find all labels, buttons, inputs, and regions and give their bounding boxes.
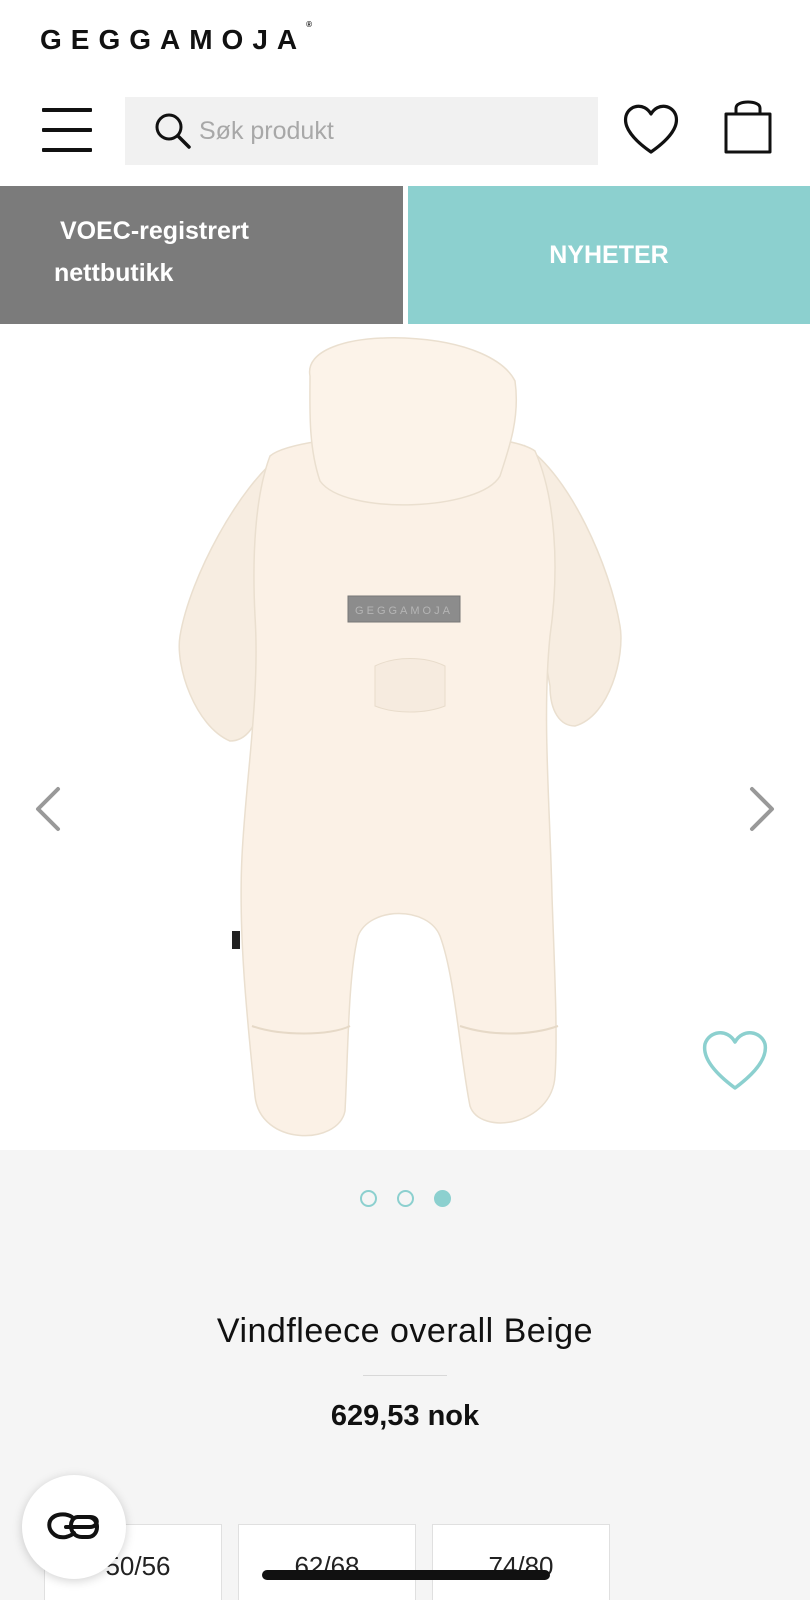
product-gallery[interactable]: GEGGAMOJA — [0, 324, 810, 1150]
garment-logo-text: GEGGAMOJA — [355, 605, 453, 617]
shopping-bag-icon[interactable] — [722, 96, 774, 156]
search-bar[interactable] — [125, 97, 598, 165]
toolbar — [0, 82, 810, 186]
product-title: Vindfleece overall Beige — [216, 1312, 594, 1350]
slide-dot-3[interactable] — [433, 1190, 451, 1207]
brand-logo[interactable]: GEGGAMOJA® — [40, 20, 312, 56]
chevron-right-icon[interactable] — [742, 779, 782, 839]
size-selector: 50/56 62/68 74/80 — [44, 1524, 610, 1600]
voec-registered-banner[interactable]: VOEC-registrert nettbutikk — [0, 186, 403, 324]
title-divider — [363, 1375, 447, 1376]
size-option[interactable]: 62/68 — [238, 1524, 416, 1600]
site-header: GEGGAMOJA® — [0, 0, 810, 82]
registered-mark: ® — [306, 19, 313, 29]
home-indicator — [262, 1570, 550, 1580]
chevron-left-icon[interactable] — [28, 779, 68, 839]
product-image: GEGGAMOJA — [178, 337, 622, 1137]
news-banner[interactable]: NYHETER — [408, 186, 810, 324]
search-icon — [155, 113, 191, 149]
chat-button[interactable] — [22, 1475, 126, 1579]
hamburger-menu-icon[interactable] — [40, 106, 94, 154]
slide-dot-1[interactable] — [359, 1190, 377, 1207]
voec-line-2: nettbutikk — [54, 259, 174, 287]
voec-line-1: VOEC-registrert — [60, 217, 249, 245]
size-option[interactable]: 74/80 — [432, 1524, 610, 1600]
slide-indicator — [0, 1190, 810, 1207]
promo-banner: VOEC-registrert nettbutikk NYHETER — [0, 186, 810, 324]
product-price: 629,53 nok — [330, 1400, 480, 1432]
search-input[interactable] — [199, 116, 559, 146]
chat-logo-icon — [47, 1512, 99, 1540]
heart-icon[interactable] — [622, 102, 680, 156]
heart-outline-icon[interactable] — [700, 1028, 770, 1092]
news-label: NYHETER — [549, 240, 669, 269]
slide-dot-2[interactable] — [396, 1190, 414, 1207]
logo-text: GEGGAMOJA — [40, 24, 307, 55]
